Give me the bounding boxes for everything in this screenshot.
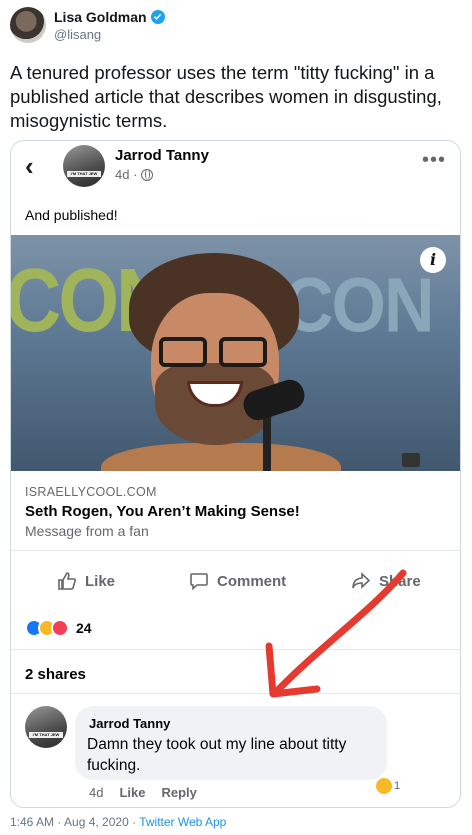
comment-author: Jarrod Tanny: [89, 716, 171, 731]
link-description: Message from a fan: [25, 523, 149, 539]
love-reaction-icon: [51, 619, 69, 637]
comment-bubble: Jarrod Tanny Damn they took out my line …: [75, 706, 387, 780]
share-label: Share: [379, 572, 421, 590]
comment-icon: [190, 573, 208, 591]
share-count: 2 shares: [25, 666, 86, 683]
fb-share-action: Share: [351, 571, 421, 591]
tweet-timestamp[interactable]: 1:46 AM · Aug 4, 2020 ·: [10, 815, 139, 829]
fb-post-meta: 4d ·: [115, 167, 154, 182]
embedded-screenshot[interactable]: ‹ I'M THAT JEW Jarrod Tanny 4d · ••• And…: [10, 140, 461, 808]
comment-time: 4d: [89, 785, 104, 800]
glasses-lens-right: [219, 337, 267, 367]
shirt: [101, 443, 341, 471]
fb-author-avatar: I'M THAT JEW: [63, 145, 105, 187]
fb-like-action: Like: [57, 571, 115, 591]
haha-reaction-icon: [376, 778, 392, 794]
globe-icon: [141, 168, 154, 181]
info-icon: i: [420, 247, 446, 273]
author-name-row: Lisa Goldman: [54, 9, 165, 25]
author-avatar[interactable]: [10, 7, 46, 43]
camera-icon: [402, 453, 420, 467]
fb-post-text: And published!: [25, 207, 118, 223]
fb-comment-action: Comment: [189, 571, 286, 591]
glasses: [159, 337, 271, 367]
avatar-tag: I'M THAT JEW: [67, 171, 101, 177]
link-preview-image: CON CON i: [11, 235, 460, 471]
comment-avatar: I'M THAT JEW: [25, 706, 67, 748]
author-handle[interactable]: @lisang: [54, 27, 165, 42]
link-domain: ISRAELLYCOOL.COM: [25, 485, 157, 499]
comment-reaction: 1: [373, 777, 404, 795]
avatar-tag: I'M THAT JEW: [29, 732, 63, 738]
divider: [11, 649, 460, 650]
like-label: Like: [85, 572, 116, 590]
fb-post-header: ‹ I'M THAT JEW Jarrod Tanny 4d · •••: [11, 141, 460, 191]
tweet-source[interactable]: Twitter Web App: [139, 815, 226, 829]
author-name[interactable]: Lisa Goldman: [54, 9, 147, 25]
comment-text: Damn they took out my line about titty f…: [87, 736, 347, 774]
comment-meta: 4d Like Reply: [89, 785, 197, 800]
comment-like: Like: [119, 785, 146, 800]
glasses-lens-left: [159, 337, 207, 367]
mic-stand: [263, 411, 271, 471]
verified-icon: [150, 9, 165, 24]
reaction-count: 24: [76, 620, 92, 636]
tweet-footer: 1:46 AM · Aug 4, 2020 · Twitter Web App: [10, 815, 226, 829]
person-photo: [101, 253, 341, 471]
tweet-header: Lisa Goldman @lisang: [10, 4, 165, 46]
fb-author-name: Jarrod Tanny: [115, 147, 209, 164]
comment-reply: Reply: [161, 785, 197, 800]
more-icon: •••: [421, 149, 446, 171]
link-title: Seth Rogen, You Aren’t Making Sense!: [25, 503, 300, 520]
comment-reaction-count: 1: [394, 780, 401, 792]
fb-action-bar: Like Comment Share: [11, 561, 460, 611]
divider: [11, 693, 460, 694]
fb-post-time: 4d ·: [115, 167, 138, 182]
reaction-summary: 24: [25, 619, 92, 637]
comment-label: Comment: [217, 572, 287, 590]
share-icon: [352, 572, 371, 589]
tweet-text: A tenured professor uses the term "titty…: [10, 62, 442, 131]
back-icon: ‹: [25, 151, 34, 181]
like-icon: [58, 572, 76, 590]
link-preview-info: ISRAELLYCOOL.COM Seth Rogen, You Aren’t …: [11, 471, 460, 551]
author-names: Lisa Goldman @lisang: [54, 9, 165, 42]
